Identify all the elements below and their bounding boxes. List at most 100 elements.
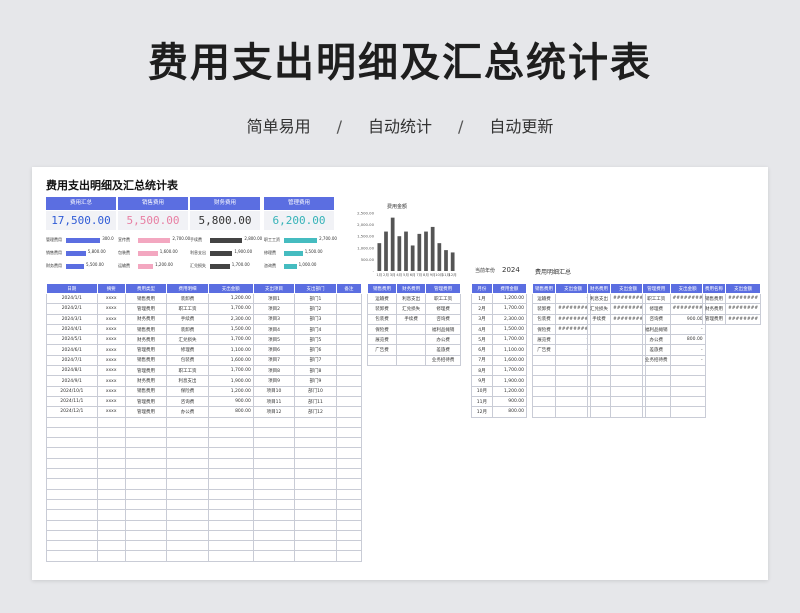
table-cell[interactable]: 800.00 [491,406,528,418]
empty-cell[interactable] [294,550,337,562]
table-cell[interactable] [396,354,427,367]
empty-cell[interactable] [46,509,98,521]
empty-cell[interactable] [609,365,647,377]
empty-cell[interactable] [124,447,168,459]
table-cell[interactable]: 2024/8/1 [46,365,98,377]
empty-cell[interactable] [294,519,337,531]
empty-cell[interactable] [96,478,126,490]
empty-cell[interactable] [294,468,337,480]
table-cell[interactable] [335,292,363,305]
empty-cell[interactable] [166,426,209,439]
table-cell[interactable]: - [669,354,706,367]
empty-cell[interactable] [166,498,209,511]
empty-cell[interactable] [335,478,363,490]
table-cell[interactable]: 2024/5/1 [46,334,98,346]
table-cell[interactable] [335,385,363,397]
table-cell[interactable]: ######## [554,323,592,336]
empty-cell[interactable] [532,375,556,387]
table-cell[interactable]: 2,300.00 [207,313,254,325]
empty-cell[interactable] [294,447,337,459]
empty-cell[interactable] [166,468,209,480]
table-cell[interactable]: xxxx [96,303,126,315]
table-cell[interactable] [335,354,363,367]
table-cell[interactable]: 运输费 [532,292,556,305]
empty-cell[interactable] [207,437,254,449]
table-cell[interactable]: 装卸费 [366,303,398,315]
table-cell[interactable]: 部门6 [294,344,337,356]
table-cell[interactable]: 部门5 [294,334,337,346]
table-cell[interactable]: ######## [669,292,706,305]
empty-cell[interactable] [46,437,98,449]
empty-cell[interactable] [294,457,337,470]
table-cell[interactable]: 修理费 [166,344,209,356]
empty-cell[interactable] [609,395,647,408]
empty-cell[interactable] [252,437,296,449]
table-cell[interactable]: 汇兑损失 [587,303,611,315]
table-cell[interactable]: 手续费 [166,313,209,325]
empty-cell[interactable] [642,385,671,397]
table-cell[interactable]: xxxx [96,323,126,336]
table-cell[interactable]: 1,700.00 [207,303,254,315]
table-cell[interactable]: 1,100.00 [207,344,254,356]
empty-cell[interactable] [46,457,98,470]
empty-cell[interactable] [207,509,254,521]
empty-cell[interactable] [335,468,363,480]
empty-cell[interactable] [207,519,254,531]
empty-cell[interactable] [609,323,647,336]
table-cell[interactable] [335,395,363,408]
column-header[interactable]: 支出部门 [294,283,337,294]
empty-cell[interactable] [124,529,168,542]
empty-cell[interactable] [294,529,337,542]
table-cell[interactable]: 2024/10/1 [46,385,98,397]
table-cell[interactable]: 7月 [471,354,493,367]
table-cell[interactable]: 差旅费 [425,344,461,356]
empty-cell[interactable] [642,375,671,387]
empty-cell[interactable] [166,457,209,470]
table-cell[interactable]: 1,500.00 [491,323,528,336]
table-cell[interactable]: ######## [724,313,762,325]
empty-cell[interactable] [252,478,296,490]
table-cell[interactable]: 1,700.00 [207,334,254,346]
table-cell[interactable]: xxxx [96,365,126,377]
table-cell[interactable]: 管理费用 [124,406,168,418]
empty-cell[interactable] [335,529,363,542]
empty-cell[interactable] [669,406,706,418]
table-cell[interactable]: 项目11 [252,395,296,408]
table-cell[interactable]: 咨询费 [425,313,461,325]
table-cell[interactable]: 1,700.00 [491,365,528,377]
empty-cell[interactable] [96,457,126,470]
column-header[interactable]: 日期 [46,283,98,294]
empty-cell[interactable] [532,365,556,377]
table-cell[interactable]: 1,500.00 [207,323,254,336]
empty-cell[interactable] [335,437,363,449]
empty-cell[interactable] [294,416,337,428]
empty-cell[interactable] [124,457,168,470]
table-cell[interactable]: 管理费用 [124,395,168,408]
table-cell[interactable]: 项目5 [252,334,296,346]
table-cell[interactable]: xxxx [96,354,126,367]
empty-cell[interactable] [532,406,556,418]
empty-cell[interactable] [252,509,296,521]
empty-cell[interactable] [46,488,98,500]
empty-cell[interactable] [166,519,209,531]
empty-cell[interactable] [207,457,254,470]
empty-cell[interactable] [252,550,296,562]
table-cell[interactable]: 装卸费 [532,303,556,315]
table-cell[interactable] [366,354,398,367]
table-cell[interactable]: 保险费 [532,323,556,336]
table-cell[interactable]: - [669,323,706,336]
table-cell[interactable]: 2024/4/1 [46,323,98,336]
table-cell[interactable]: 财务费用 [702,303,726,315]
empty-cell[interactable] [587,334,611,346]
table-cell[interactable]: 2024/2/1 [46,303,98,315]
empty-cell[interactable] [335,509,363,521]
empty-cell[interactable] [207,550,254,562]
empty-cell[interactable] [335,519,363,531]
empty-cell[interactable] [166,550,209,562]
empty-cell[interactable] [335,447,363,459]
table-cell[interactable]: 修理费 [642,303,671,315]
empty-cell[interactable] [252,416,296,428]
empty-cell[interactable] [554,365,592,377]
table-cell[interactable]: ######## [609,292,647,305]
empty-cell[interactable] [124,437,168,449]
